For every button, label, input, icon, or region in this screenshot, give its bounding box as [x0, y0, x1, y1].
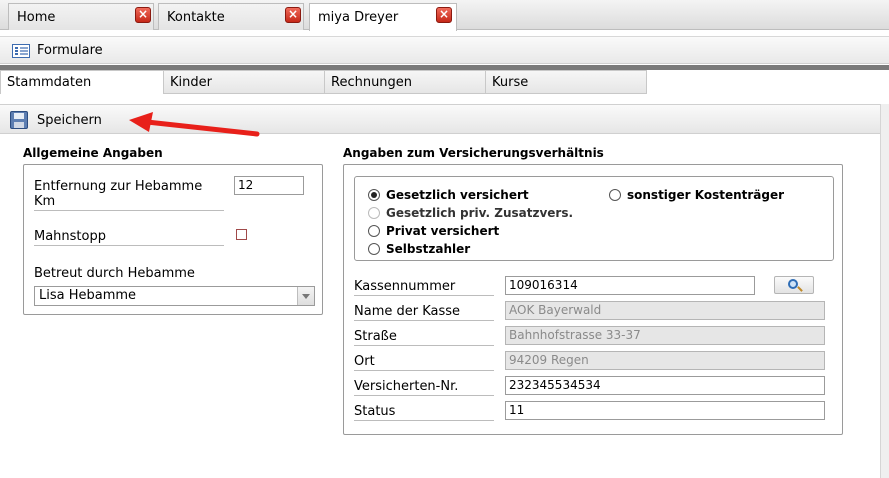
save-icon[interactable] [10, 111, 28, 129]
radio-icon[interactable] [368, 225, 380, 237]
close-icon[interactable]: × [285, 7, 301, 23]
kassennummer-input[interactable]: 109016314 [505, 276, 755, 295]
search-button[interactable] [774, 276, 814, 294]
status-input[interactable]: 11 [505, 401, 825, 420]
tab-home-label: Home [17, 9, 56, 25]
radio-privat-label: Privat versichert [386, 224, 500, 238]
distance-label: Entfernung zur Hebamme Km [34, 179, 224, 211]
formulare-button[interactable]: Formulare [37, 43, 103, 58]
radio-zusatzvers: Gesetzlich priv. Zusatzvers. [368, 206, 573, 220]
tab-home[interactable]: Home × [8, 3, 154, 30]
versicherten-label: Versicherten-Nr. [354, 379, 494, 396]
save-button[interactable]: Speichern [37, 113, 102, 128]
tab-kontakte[interactable]: Kontakte × [158, 3, 304, 30]
radio-sonstiger-label: sonstiger Kostenträger [627, 188, 785, 202]
radio-icon[interactable] [368, 243, 380, 255]
distance-input[interactable]: 12 [234, 176, 304, 195]
tab-kurse[interactable]: Kurse [486, 70, 647, 94]
tab-rechnungen[interactable]: Rechnungen [325, 70, 486, 94]
sub-tab-bar: Stammdaten Kinder Rechnungen Kurse [0, 70, 889, 94]
status-label: Status [354, 404, 494, 421]
mahnstopp-label: Mahnstopp [34, 229, 224, 246]
insurance-fieldset: Gesetzlich versichert Gesetzlich priv. Z… [343, 164, 843, 435]
insurance-section-title: Angaben zum Versicherungsverhältnis [343, 146, 604, 160]
tab-kinder[interactable]: Kinder [164, 70, 325, 94]
strasse-label: Straße [354, 329, 494, 346]
annotation-arrow-icon [129, 112, 260, 137]
kasse-name-input: AOK Bayerwald [505, 301, 825, 320]
betreut-label: Betreut durch Hebamme [34, 266, 195, 281]
hebamme-select-value: Lisa Hebamme [39, 288, 137, 303]
radio-gesetzlich-label: Gesetzlich versichert [386, 188, 529, 202]
hebamme-select[interactable]: Lisa Hebamme [34, 286, 315, 306]
radio-disabled-icon [368, 207, 380, 219]
kassennummer-label: Kassennummer [354, 279, 494, 296]
search-icon [788, 279, 798, 289]
chevron-down-icon[interactable] [297, 287, 314, 305]
close-icon[interactable]: × [135, 7, 151, 23]
general-fieldset: Entfernung zur Hebamme Km 12 Mahnstopp B… [23, 164, 323, 315]
formulare-toolbar: Formulare [0, 36, 889, 64]
radio-zusatzvers-label: Gesetzlich priv. Zusatzvers. [386, 206, 574, 220]
tab-kontakte-label: Kontakte [167, 9, 225, 25]
ort-label: Ort [354, 354, 494, 371]
tab-miya-dreyer[interactable]: miya Dreyer × [309, 3, 457, 31]
insurance-radio-group: Gesetzlich versichert Gesetzlich priv. Z… [354, 176, 834, 261]
radio-selbstzahler-label: Selbstzahler [386, 242, 471, 256]
tab-stammdaten[interactable]: Stammdaten [0, 70, 164, 94]
radio-checked-icon[interactable] [368, 189, 380, 201]
top-tab-bar: Home × Kontakte × miya Dreyer × [0, 0, 889, 31]
versicherten-input[interactable]: 232345534534 [505, 376, 825, 395]
strasse-input: Bahnhofstrasse 33-37 [505, 326, 825, 345]
tab-miya-dreyer-label: miya Dreyer [318, 10, 399, 25]
radio-gesetzlich[interactable]: Gesetzlich versichert [368, 188, 529, 202]
close-icon[interactable]: × [436, 7, 452, 23]
radio-selbstzahler[interactable]: Selbstzahler [368, 242, 470, 256]
radio-privat[interactable]: Privat versichert [368, 224, 499, 238]
form-icon[interactable] [12, 44, 30, 58]
mahnstopp-checkbox[interactable] [236, 229, 247, 240]
ort-input: 94209 Regen [505, 351, 825, 370]
general-section-title: Allgemeine Angaben [23, 146, 163, 160]
radio-sonstiger[interactable]: sonstiger Kostenträger [609, 188, 784, 202]
radio-icon[interactable] [609, 189, 621, 201]
scrollbar[interactable] [880, 104, 889, 478]
kasse-name-label: Name der Kasse [354, 304, 494, 321]
